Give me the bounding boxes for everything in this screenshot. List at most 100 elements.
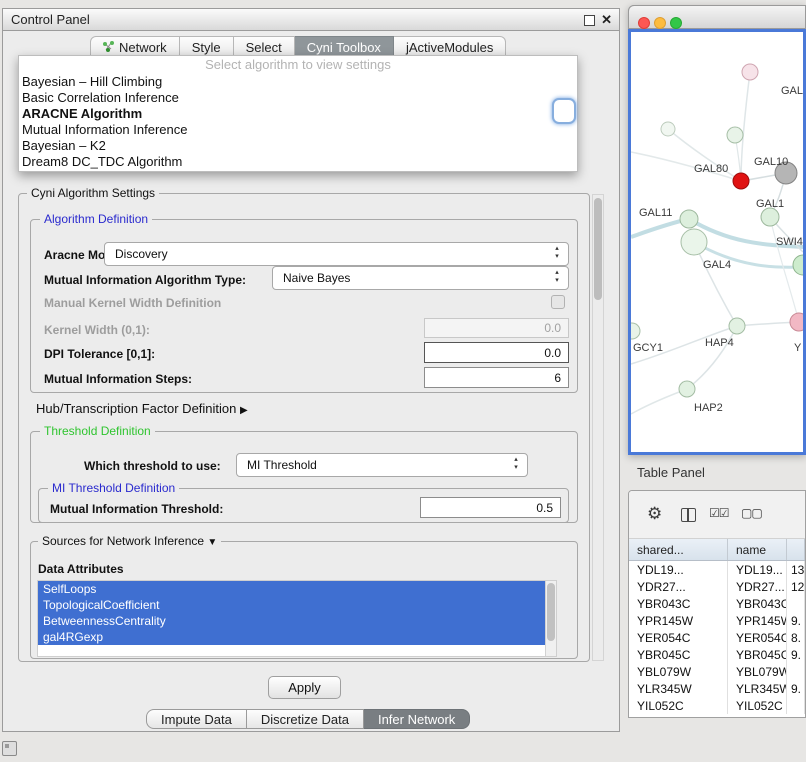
mac-zoom-icon[interactable] [670, 17, 682, 29]
mi-threshold-label: Mutual Information Threshold: [50, 502, 223, 516]
node-right-green[interactable] [793, 255, 803, 275]
network-graph: GAL GAL80 GAL10 GAL11 GAL1 SWI4 GAL4 GCY… [631, 32, 803, 452]
settings-scrollbar[interactable] [592, 194, 604, 661]
table-cell: YIL052C [728, 697, 787, 714]
kernel-width-label: Kernel Width (0,1): [44, 323, 150, 337]
manual-kernel-label: Manual Kernel Width Definition [44, 296, 221, 310]
algorithm-combobox-focus-ring[interactable] [552, 98, 576, 124]
table-row[interactable]: YBR045CYBR045C9. [629, 646, 805, 663]
attribute-item[interactable]: SelfLoops [38, 581, 545, 597]
node-pale[interactable] [661, 122, 675, 136]
column-header-extra[interactable] [787, 539, 805, 560]
algorithm-option[interactable]: Bayesian – Hill Climbing [19, 74, 577, 90]
table-row[interactable]: YBL079WYBL079W [629, 663, 805, 680]
table-cell: YDL19... [728, 561, 787, 578]
algorithm-definition-title: Algorithm Definition [40, 212, 152, 226]
table-cell: YER054C [728, 629, 787, 646]
node-label: GAL80 [694, 163, 728, 175]
settings-scrollbar-thumb[interactable] [594, 198, 602, 300]
node-gal11[interactable] [680, 210, 698, 228]
data-attributes-list[interactable]: SelfLoopsTopologicalCoefficientBetweenne… [37, 580, 557, 657]
sources-group-title[interactable]: Sources for Network Inference ▼ [38, 534, 221, 548]
mac-close-icon[interactable] [638, 17, 650, 29]
node-gcy1[interactable] [631, 323, 640, 339]
algorithm-option[interactable]: ARACNE Algorithm [19, 106, 577, 122]
attributes-scrollbar-thumb[interactable] [547, 583, 555, 641]
kernel-width-field[interactable]: 0.0 [424, 318, 569, 338]
select-all-checkboxes-icon[interactable]: ☑☑ [709, 506, 729, 520]
panel-toggle-icon[interactable] [2, 741, 17, 756]
gear-icon[interactable]: ⚙ [647, 504, 662, 524]
network-canvas[interactable]: GAL GAL80 GAL10 GAL11 GAL1 SWI4 GAL4 GCY… [628, 29, 806, 455]
table-cell: YBR043C [629, 595, 728, 612]
table-columns-icon[interactable] [681, 508, 696, 522]
table-row[interactable]: YER054CYER054C8. [629, 629, 805, 646]
network-window-titlebar[interactable] [628, 5, 806, 29]
table-row[interactable]: YBR043CYBR043C [629, 595, 805, 612]
dpi-tolerance-label: DPI Tolerance [0,1]: [44, 347, 155, 361]
aracne-mode-combobox[interactable]: Discovery ▴▾ [104, 242, 569, 266]
chevron-down-icon: ▼ [207, 537, 217, 548]
attribute-item[interactable]: TopologicalCoefficient [38, 597, 545, 613]
algorithm-option[interactable]: Bayesian – K2 [19, 138, 577, 154]
node-label: GAL4 [703, 259, 731, 271]
node-pink-top[interactable] [742, 64, 758, 80]
float-window-icon[interactable] [584, 15, 595, 26]
column-header-name[interactable]: name [728, 539, 787, 560]
table-cell: 9. [787, 646, 805, 663]
node-red[interactable] [733, 173, 749, 189]
node-label: GAL1 [756, 198, 784, 210]
node-hap2[interactable] [679, 381, 695, 397]
attribute-item[interactable]: gal4RGexp [38, 629, 545, 645]
table-cell: YBR045C [629, 646, 728, 663]
node-hap4[interactable] [729, 318, 745, 334]
tab-infer-network[interactable]: Infer Network [364, 709, 470, 729]
mi-threshold-field[interactable]: 0.5 [420, 497, 561, 518]
which-threshold-label: Which threshold to use: [84, 459, 221, 473]
chevron-updown-icon: ▴▾ [511, 456, 521, 472]
table-header-row[interactable]: shared... name [629, 539, 805, 561]
tab-impute-data[interactable]: Impute Data [146, 709, 247, 729]
tab-label: Style [192, 40, 221, 55]
table-row[interactable]: YIL052CYIL052C [629, 697, 805, 714]
table-row[interactable]: YDL19...YDL19...13 [629, 561, 805, 578]
table-cell: YER054C [629, 629, 728, 646]
algorithm-dropdown-list: Bayesian – Hill ClimbingBasic Correlatio… [19, 74, 577, 170]
hub-definition-toggle[interactable]: Hub/Transcription Factor Definition ▶ [36, 401, 248, 416]
table-cell [787, 697, 805, 714]
mi-type-combobox[interactable]: Naive Bayes ▴▾ [272, 266, 569, 290]
chevron-updown-icon: ▴▾ [552, 245, 562, 261]
table-row[interactable]: YPR145WYPR145W9. [629, 612, 805, 629]
table-cell [787, 595, 805, 612]
algorithm-option[interactable]: Mutual Information Inference [19, 122, 577, 138]
table-row[interactable]: YLR345WYLR345W9. [629, 680, 805, 697]
mac-minimize-icon[interactable] [654, 17, 666, 29]
tab-discretize-data[interactable]: Discretize Data [247, 709, 364, 729]
dpi-tolerance-field[interactable]: 0.0 [424, 342, 569, 363]
algorithm-placeholder: Select algorithm to view settings [19, 56, 577, 74]
algorithm-option[interactable]: Dream8 DC_TDC Algorithm [19, 154, 577, 170]
window-title: Control Panel [3, 12, 90, 27]
attributes-scrollbar[interactable] [545, 581, 556, 656]
algorithm-option[interactable]: Basic Correlation Inference [19, 90, 577, 106]
chevron-right-icon: ▶ [240, 405, 248, 416]
table-row[interactable]: YDR27...YDR27...12 [629, 578, 805, 595]
node-gal1[interactable] [761, 208, 779, 226]
network-node-labels: GAL GAL80 GAL10 GAL11 GAL1 SWI4 GAL4 GCY… [633, 85, 803, 414]
manual-kernel-checkbox[interactable] [551, 295, 565, 309]
clear-all-checkboxes-icon[interactable]: ▢▢ [741, 506, 762, 520]
apply-button[interactable]: Apply [268, 676, 341, 699]
close-icon[interactable]: ✕ [601, 12, 612, 28]
table-toolbar: ⚙ ☑☑ ▢▢ [629, 491, 805, 539]
table-cell: 9. [787, 612, 805, 629]
node-gal4[interactable] [681, 229, 707, 255]
column-header-shared-name[interactable]: shared... [629, 539, 728, 560]
mi-steps-field[interactable]: 6 [424, 367, 569, 388]
node-pink-right[interactable] [790, 313, 803, 331]
node-gal80[interactable] [727, 127, 743, 143]
attribute-item[interactable]: BetweennessCentrality [38, 613, 545, 629]
control-panel-titlebar[interactable]: Control Panel ✕ [2, 8, 620, 31]
chevron-updown-icon: ▴▾ [552, 269, 562, 285]
table-cell: YDR27... [728, 578, 787, 595]
which-threshold-combobox[interactable]: MI Threshold ▴▾ [236, 453, 528, 477]
